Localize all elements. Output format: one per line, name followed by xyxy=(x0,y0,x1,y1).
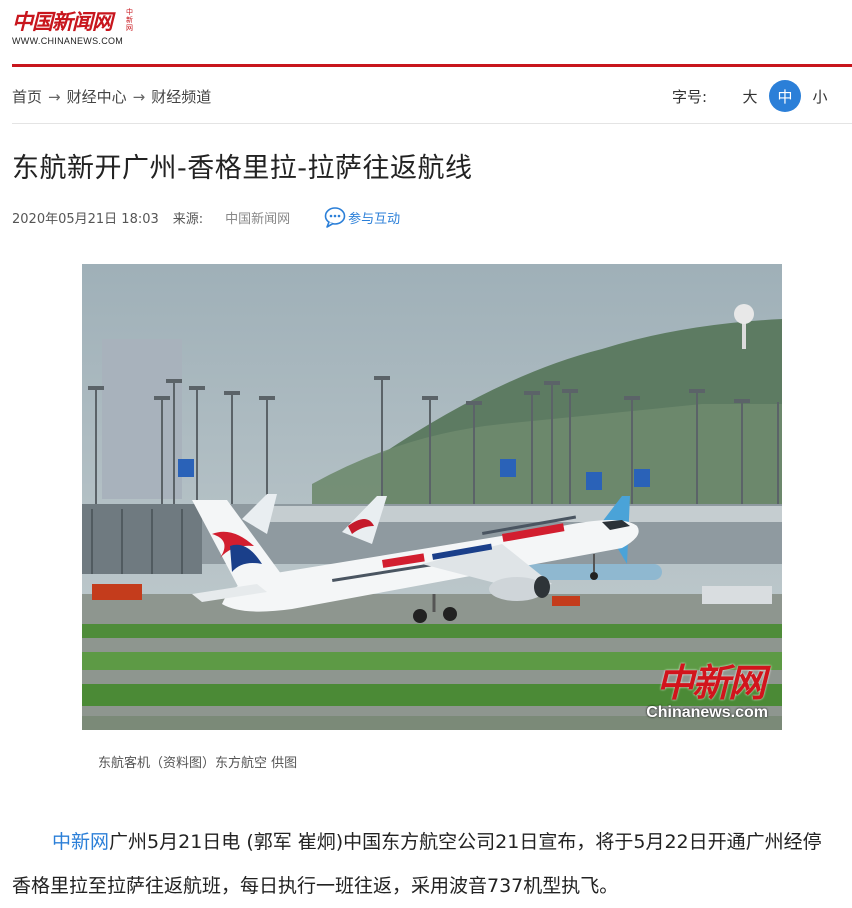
breadcrumb-separator: → xyxy=(48,87,61,106)
logo-small-text: 中新网 xyxy=(126,8,133,32)
image-watermark-en: Chinanews.com xyxy=(646,704,768,721)
source-label: 来源: xyxy=(172,211,204,227)
header-divider xyxy=(12,123,852,124)
comment-bubble-icon xyxy=(324,207,346,228)
font-size-small-button[interactable]: 小 xyxy=(804,80,836,112)
image-caption: 东航客机（资料图）东方航空 供图 xyxy=(98,756,298,771)
font-size-label: 字号: xyxy=(671,87,707,106)
article-meta: 2020年05月21日 18:03 来源: 中国新闻网 参与互动 xyxy=(12,206,400,228)
font-size-large-button[interactable]: 大 xyxy=(734,80,766,112)
font-size-switcher: 字号: 大 中 小 xyxy=(672,80,836,112)
publish-date: 2020年05月21日 18:03 xyxy=(12,211,159,227)
header-red-rule xyxy=(12,64,852,67)
breadcrumb-finance-channel[interactable]: 财经频道 xyxy=(151,86,211,107)
site-logo[interactable]: 中国新闻网 中新网 WWW.CHINANEWS.COM xyxy=(12,6,152,50)
breadcrumb-separator: → xyxy=(132,87,146,106)
body-source-link[interactable]: 中新网 xyxy=(52,831,109,853)
breadcrumb-home[interactable]: 首页 xyxy=(12,86,42,107)
logo-chinese: 中国新闻网 xyxy=(12,9,113,34)
interact-label: 参与互动 xyxy=(348,211,401,227)
image-watermark-cn: 中新网 xyxy=(655,660,766,705)
article-title: 东航新开广州-香格里拉-拉萨往返航线 xyxy=(12,153,473,184)
article-paragraph: 中新网广州5月21日电 (郭军 崔炯)中国东方航空公司21日宣布，将于5月22日… xyxy=(12,820,838,908)
interact-link[interactable]: 参与互动 xyxy=(324,206,400,228)
breadcrumb: 首页 → 财经中心 → 财经频道 xyxy=(12,86,211,107)
article-photo: 中新网 Chinanews.com xyxy=(82,264,782,730)
body-text: 广州5月21日电 (郭军 崔炯)中国东方航空公司21日宣布，将于5月22日开通广… xyxy=(12,831,822,897)
breadcrumb-finance-center[interactable]: 财经中心 xyxy=(67,86,127,107)
logo-english: WWW.CHINANEWS.COM xyxy=(12,36,124,46)
font-size-medium-button[interactable]: 中 xyxy=(769,80,801,112)
source-name[interactable]: 中国新闻网 xyxy=(225,208,290,227)
